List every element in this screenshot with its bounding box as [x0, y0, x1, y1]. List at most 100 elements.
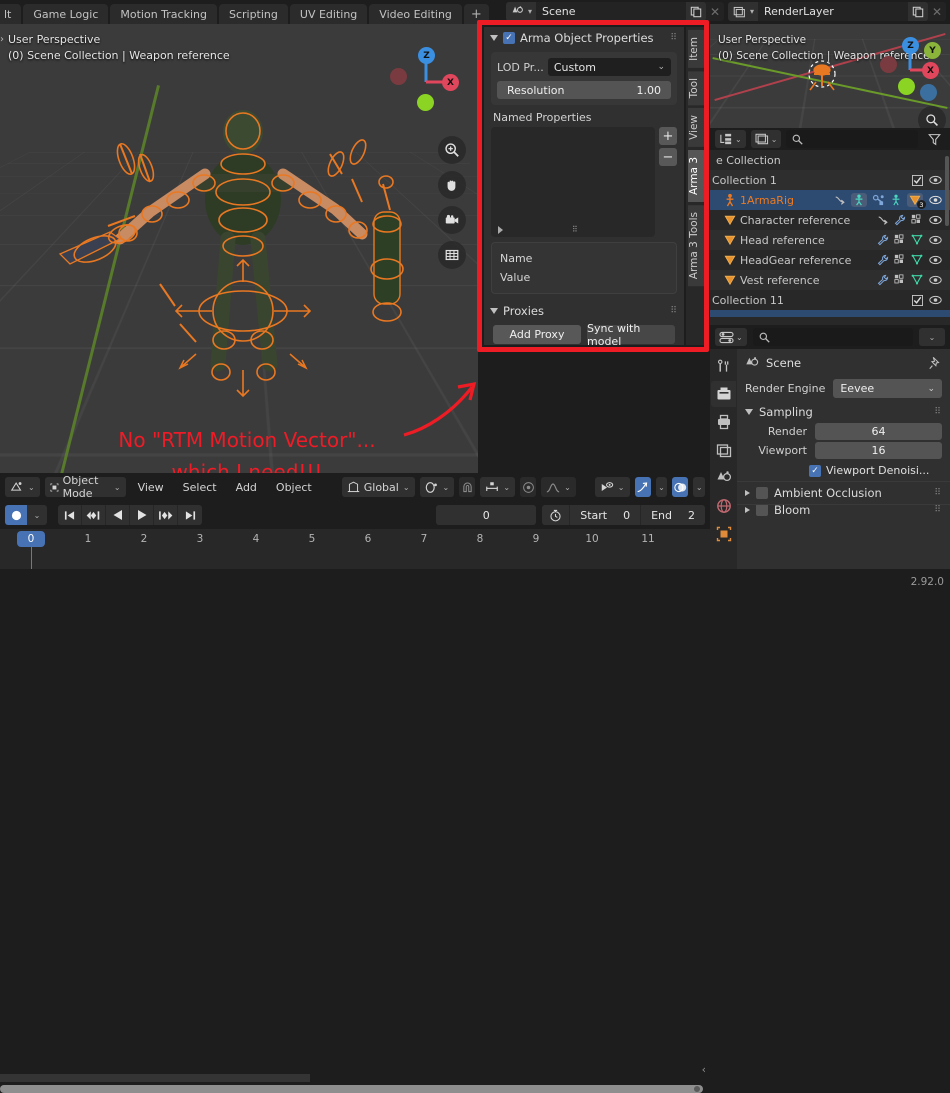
- menu-object[interactable]: Object: [269, 477, 319, 497]
- arma-object-properties-checkbox[interactable]: ✓: [503, 32, 515, 44]
- end-frame-field[interactable]: End 2: [641, 505, 705, 525]
- viewport-denoising-checkbox[interactable]: ✓: [809, 464, 821, 477]
- mesh-data-icon[interactable]: [911, 274, 923, 286]
- start-frame-field[interactable]: Start 0: [570, 505, 642, 525]
- viewport-3d-secondary[interactable]: User Perspective (0) Scene Collection | …: [710, 24, 950, 128]
- funnel-icon[interactable]: [923, 130, 945, 148]
- checkbox-icon[interactable]: [912, 294, 923, 306]
- jump-to-start-button[interactable]: [58, 505, 82, 525]
- grip-dots-icon[interactable]: ⠿: [572, 225, 579, 234]
- eye-icon[interactable]: [928, 215, 942, 225]
- expand-arrow-icon[interactable]: [498, 225, 503, 234]
- armature-data-icon[interactable]: [851, 193, 867, 207]
- pin-icon[interactable]: [928, 356, 942, 370]
- pose-icon[interactable]: [890, 194, 902, 206]
- viewport-3d[interactable]: › User Perspective (0) Scene Collection …: [0, 24, 478, 473]
- snap-pivot-button[interactable]: ⌄: [419, 477, 455, 497]
- checkbox-icon[interactable]: [912, 174, 923, 186]
- gizmo-axis-neg-z[interactable]: [920, 84, 937, 101]
- eye-icon[interactable]: [928, 175, 942, 185]
- new-viewlayer-button[interactable]: [908, 2, 928, 21]
- outliner-row-character-reference[interactable]: Character reference: [710, 210, 950, 230]
- viewport-samples-value[interactable]: 16: [815, 442, 942, 459]
- tab-world[interactable]: [711, 493, 736, 519]
- render-engine-dropdown[interactable]: Eevee ⌄: [833, 379, 942, 398]
- eye-icon[interactable]: [928, 275, 942, 285]
- eye-icon[interactable]: [928, 235, 942, 245]
- grip-dots-icon[interactable]: ⠿: [934, 488, 942, 498]
- arma-object-properties-header[interactable]: ✓ Arma Object Properties ⠿: [484, 27, 684, 49]
- sampling-section-header[interactable]: Sampling ⠿: [737, 402, 950, 422]
- tab-view[interactable]: View: [688, 108, 706, 148]
- tab-tool[interactable]: Tool: [688, 70, 706, 106]
- material-icon[interactable]: [894, 274, 906, 286]
- next-keyframe-button[interactable]: [154, 505, 178, 525]
- menu-select[interactable]: Select: [176, 477, 224, 497]
- timeline-scrollbar[interactable]: [0, 1085, 703, 1093]
- lod-dropdown[interactable]: Custom ⌄: [547, 58, 671, 76]
- add-property-button[interactable]: +: [659, 127, 677, 145]
- close-viewlayer-button[interactable]: ✕: [928, 2, 946, 21]
- wrench-icon[interactable]: [877, 234, 889, 246]
- workspace-tab-motion-tracking[interactable]: Motion Tracking: [110, 4, 217, 24]
- resolution-slider[interactable]: Resolution 1.00: [497, 81, 671, 99]
- workspace-tab-video-editing[interactable]: Video Editing: [369, 4, 462, 24]
- timeline-expand-arrow[interactable]: ‹: [702, 1063, 706, 1076]
- scene-selector[interactable]: ▾ Scene ✕: [505, 2, 724, 21]
- falloff-selector[interactable]: ⌄: [541, 477, 576, 497]
- navigation-gizmo[interactable]: Z X: [386, 36, 464, 114]
- current-frame-field[interactable]: 0: [436, 505, 537, 525]
- properties-options-button[interactable]: ⌄: [919, 328, 945, 346]
- workspace-tab-uv-editing[interactable]: UV Editing: [289, 4, 368, 24]
- outliner-row-headgear-reference[interactable]: HeadGear reference: [710, 250, 950, 270]
- ambient-occlusion-section[interactable]: Ambient Occlusion ⠿: [737, 481, 950, 504]
- outliner-row-collection-11[interactable]: Collection 11: [710, 290, 950, 310]
- navigation-gizmo-secondary[interactable]: Z X Y: [876, 30, 942, 101]
- transform-orientation-selector[interactable]: Global ⌄: [341, 477, 415, 497]
- eye-icon[interactable]: [928, 255, 942, 265]
- material-icon[interactable]: [894, 254, 906, 266]
- bloom-checkbox[interactable]: [756, 505, 768, 516]
- material-icon[interactable]: [894, 234, 906, 246]
- add-workspace-button[interactable]: +: [463, 4, 489, 24]
- snap-settings-button[interactable]: ⌄: [480, 477, 516, 497]
- modifier-icon[interactable]: [834, 195, 846, 206]
- outliner-row-collection-1[interactable]: Collection 1: [710, 170, 950, 190]
- scrollbar-knob[interactable]: [694, 1086, 700, 1092]
- gizmo-axis-y[interactable]: [417, 94, 434, 111]
- camera-icon[interactable]: [438, 206, 466, 234]
- gizmo-axis-neg-x[interactable]: [390, 68, 407, 85]
- play-reverse-button[interactable]: [106, 505, 130, 525]
- tab-output[interactable]: [711, 409, 736, 435]
- outliner-search-input[interactable]: [786, 130, 918, 148]
- eye-icon[interactable]: [928, 195, 942, 205]
- wrench-icon[interactable]: [894, 214, 906, 226]
- tab-viewlayer[interactable]: [711, 437, 736, 463]
- overlay-dropdown[interactable]: ⌄: [693, 477, 706, 497]
- outliner-row-scene-collection[interactable]: e Collection: [710, 150, 950, 170]
- grip-dots-icon[interactable]: ⠿: [670, 33, 678, 43]
- grid-icon[interactable]: [438, 241, 466, 269]
- gizmo-axis-y[interactable]: Y: [924, 42, 941, 59]
- gizmo-dropdown[interactable]: ⌄: [655, 477, 668, 497]
- editor-type-button[interactable]: ⌄: [5, 477, 40, 497]
- mesh-object-icon[interactable]: 3: [907, 193, 926, 209]
- add-proxy-button[interactable]: Add Proxy: [493, 325, 581, 344]
- outliner-filter-id-button[interactable]: ⌄: [750, 130, 782, 148]
- timeline-playhead[interactable]: 0: [17, 531, 45, 547]
- eye-icon[interactable]: [928, 295, 942, 305]
- bloom-section[interactable]: Bloom ⠿: [737, 504, 950, 518]
- viewlayer-selector[interactable]: ▾ RenderLayer ✕: [727, 2, 946, 21]
- wrench-icon[interactable]: [877, 254, 889, 266]
- constraint-icon[interactable]: [872, 194, 885, 206]
- record-icon[interactable]: [5, 505, 27, 525]
- outliner-row-vest-reference[interactable]: Vest reference: [710, 270, 950, 290]
- proportional-icon[interactable]: [520, 477, 537, 497]
- ambient-occlusion-checkbox[interactable]: [756, 487, 768, 499]
- properties-editor-type-button[interactable]: ⌄: [715, 328, 747, 346]
- gizmo-axis-x[interactable]: X: [442, 74, 459, 91]
- outliner-display-mode-button[interactable]: ⌄: [715, 130, 746, 148]
- hand-icon[interactable]: [438, 171, 466, 199]
- gizmo-axis-x[interactable]: X: [922, 62, 939, 79]
- workspace-tab-game-logic[interactable]: Game Logic: [23, 4, 109, 24]
